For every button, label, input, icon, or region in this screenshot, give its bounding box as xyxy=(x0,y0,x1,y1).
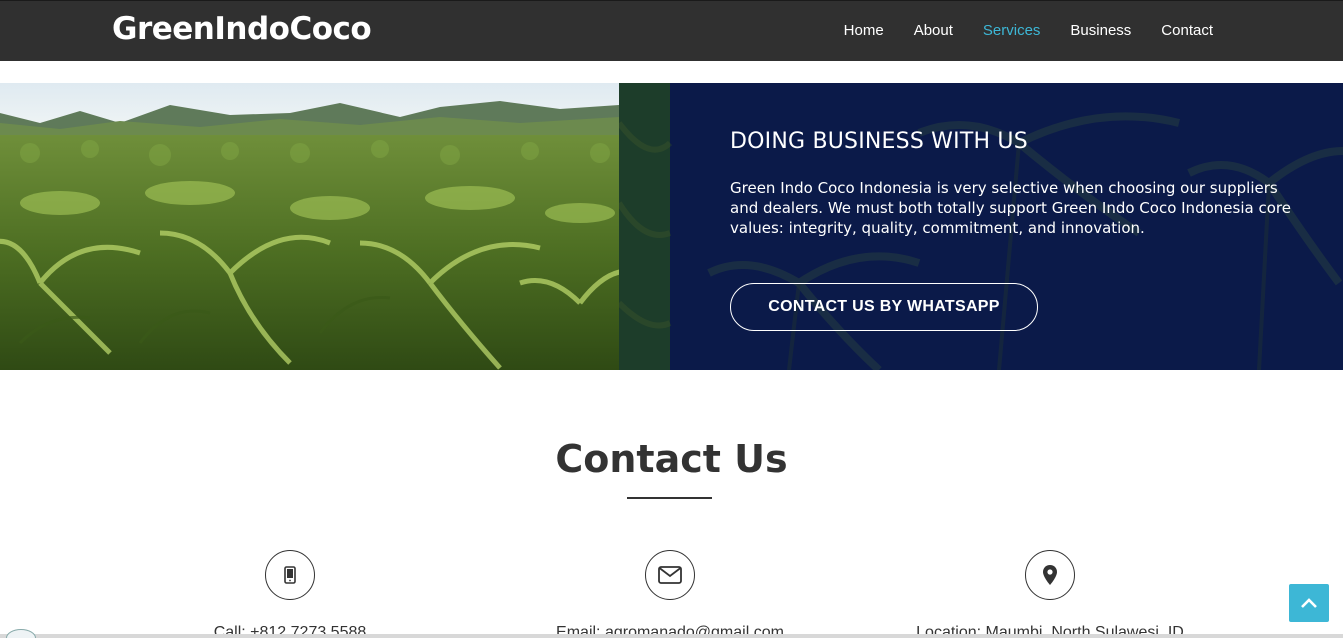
map-marker-icon xyxy=(1025,550,1075,600)
navbar: GreenIndoCoco Home About Services Busine… xyxy=(0,0,1343,61)
scroll-to-top-button[interactable] xyxy=(1289,584,1329,622)
envelope-icon xyxy=(645,550,695,600)
whatsapp-contact-button[interactable]: CONTACT US BY WHATSAPP xyxy=(730,283,1038,331)
title-divider xyxy=(627,497,712,499)
chevron-up-icon xyxy=(1301,598,1317,608)
hero-title: DOING BUSINESS WITH US xyxy=(730,129,1028,154)
contact-section-title: Contact Us xyxy=(555,437,788,481)
main-nav: Home About Services Business Contact xyxy=(814,22,1213,39)
nav-contact[interactable]: Contact xyxy=(1161,22,1213,39)
nav-services[interactable]: Services xyxy=(983,22,1041,39)
bottom-edge xyxy=(0,634,1343,638)
hero-description: Green Indo Coco Indonesia is very select… xyxy=(730,179,1291,237)
phone-icon xyxy=(265,550,315,600)
chat-widget-icon[interactable] xyxy=(6,629,36,638)
nav-home[interactable]: Home xyxy=(844,22,884,39)
nav-business[interactable]: Business xyxy=(1070,22,1131,39)
nav-about[interactable]: About xyxy=(914,22,953,39)
brand-logo[interactable]: GreenIndoCoco xyxy=(112,11,372,47)
coconut-plantation-image xyxy=(0,83,619,370)
